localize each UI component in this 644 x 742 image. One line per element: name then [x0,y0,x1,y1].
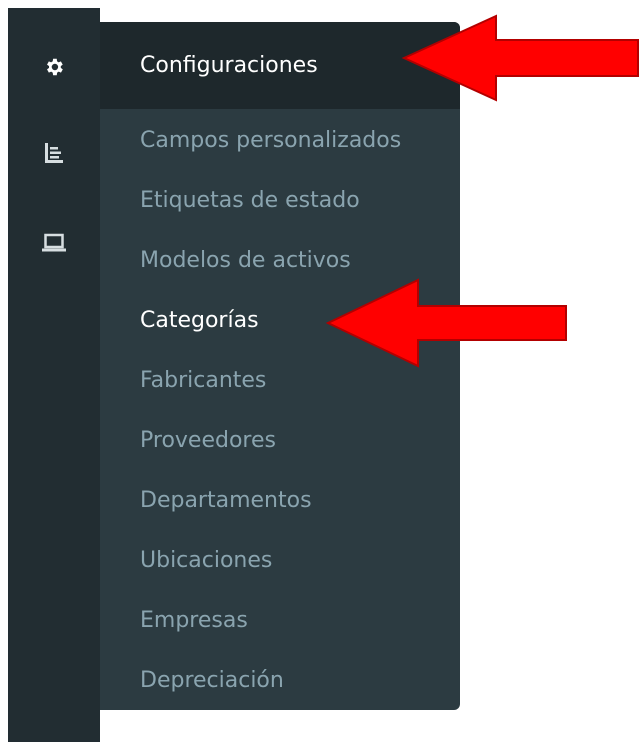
menu-item-proveedores[interactable]: Proveedores [140,424,276,458]
sidebar-item-reports[interactable] [8,142,100,164]
laptop-icon [42,233,66,253]
bar-chart-icon [44,142,64,164]
menu-item-categorias[interactable]: Categorías [140,304,259,338]
menu-item-ubicaciones[interactable]: Ubicaciones [140,544,272,578]
sidebar [8,8,100,742]
menu-item-fabricantes[interactable]: Fabricantes [140,364,266,398]
menu-item-campos-personalizados[interactable]: Campos personalizados [140,124,401,158]
menu-item-empresas[interactable]: Empresas [140,604,248,638]
red-arrow-icon [398,14,644,102]
sidebar-item-settings[interactable] [8,56,100,78]
menu-item-departamentos[interactable]: Departamentos [140,484,312,518]
menu-item-modelos-de-activos[interactable]: Modelos de activos [140,244,351,278]
flyout-header-label: Configuraciones [140,53,318,78]
red-arrow-icon [322,278,572,368]
menu-item-etiquetas-de-estado[interactable]: Etiquetas de estado [140,184,360,218]
sidebar-item-assets[interactable] [8,233,100,253]
gear-icon [43,56,65,78]
menu-item-depreciacion[interactable]: Depreciación [140,664,284,698]
